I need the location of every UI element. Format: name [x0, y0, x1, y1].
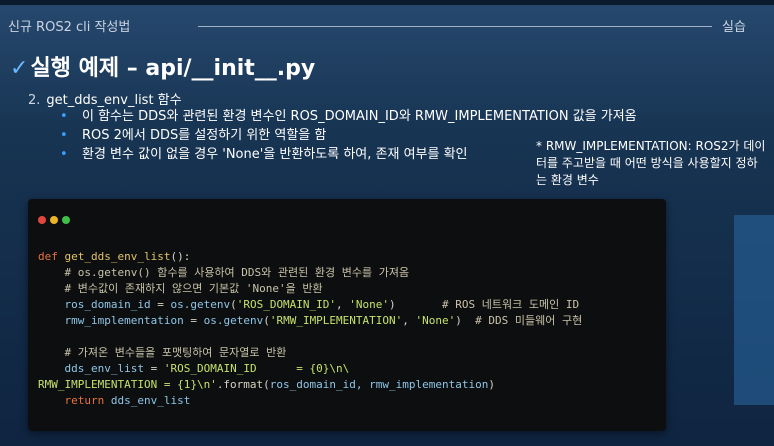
maximize-dot-icon [62, 216, 70, 224]
bullet-item: • 이 함수는 DDS와 관련된 환경 변수인 ROS_DOMAIN_ID와 RM… [60, 109, 637, 124]
slide-header: 신규 ROS2 cli 작성법 실습 [0, 14, 774, 38]
minimize-dot-icon [50, 216, 58, 224]
section-number: 2. [28, 93, 41, 108]
header-title: 신규 ROS2 cli 작성법 [8, 20, 131, 35]
checkmark-icon: ✓ [10, 56, 29, 81]
section-title: get_dds_env_list 함수 [46, 93, 182, 108]
code-block: def get_dds_env_list(): # os.getenv() 함수… [38, 250, 583, 407]
header-divider [198, 26, 712, 27]
decorative-shape [734, 215, 774, 405]
window-controls [38, 209, 74, 228]
bullet-icon: • [60, 128, 68, 143]
header-tag: 실습 [722, 20, 746, 35]
bullet-icon: • [60, 109, 68, 124]
close-dot-icon [38, 216, 46, 224]
code-window: def get_dds_env_list(): # os.getenv() 함수… [28, 199, 666, 431]
bullet-icon: • [60, 147, 68, 162]
slide-title-text: 실행 예제 – api/__init__.py [30, 56, 316, 81]
section-heading: 2. get_dds_env_list 함수 [28, 89, 182, 108]
side-note: * RMW_IMPLEMENTATION: ROS2가 데이터를 주고받을 때 … [536, 139, 766, 187]
slide-title: ✓실행 예제 – api/__init__.py [10, 50, 315, 82]
top-strip [0, 0, 774, 5]
